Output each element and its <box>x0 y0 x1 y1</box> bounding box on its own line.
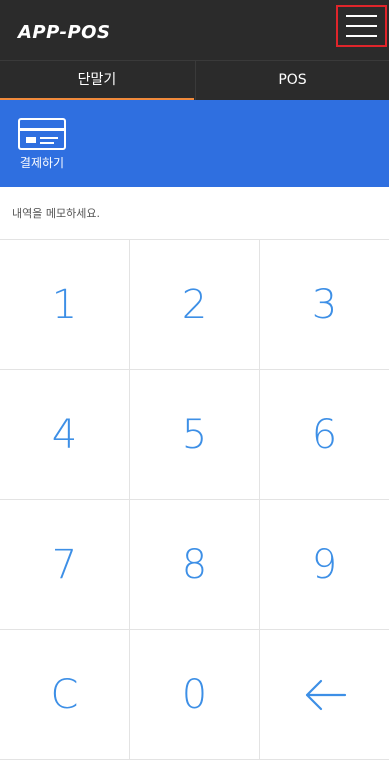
app-header: APP-POS <box>0 0 389 60</box>
backspace-button[interactable] <box>260 630 389 760</box>
numeric-keypad: 1 2 3 4 5 6 7 8 9 C 0 <box>0 240 389 760</box>
key-3[interactable]: 3 <box>260 240 389 370</box>
pay-button-label: 결제하기 <box>19 156 65 170</box>
credit-card-icon <box>18 118 66 150</box>
key-7[interactable]: 7 <box>0 500 130 630</box>
backspace-arrow-icon <box>305 679 346 710</box>
key-8[interactable]: 8 <box>130 500 260 630</box>
tab-pos[interactable]: POS <box>195 61 389 101</box>
key-1[interactable]: 1 <box>0 240 130 370</box>
memo-row <box>0 187 389 240</box>
pay-button[interactable]: 결제하기 <box>12 116 76 176</box>
key-clear[interactable]: C <box>0 630 130 760</box>
key-0[interactable]: 0 <box>130 630 260 760</box>
key-5[interactable]: 5 <box>130 370 260 500</box>
key-2[interactable]: 2 <box>130 240 260 370</box>
key-6[interactable]: 6 <box>260 370 389 500</box>
tab-terminal[interactable]: 단말기 <box>0 61 194 101</box>
hamburger-menu-button[interactable] <box>336 5 387 47</box>
key-4[interactable]: 4 <box>0 370 130 500</box>
app-logo: APP-POS <box>18 22 111 43</box>
payment-bar: 결제하기 <box>0 100 389 187</box>
key-9[interactable]: 9 <box>260 500 389 630</box>
memo-input[interactable] <box>0 198 370 228</box>
mode-tabs: 단말기 POS <box>0 60 389 101</box>
